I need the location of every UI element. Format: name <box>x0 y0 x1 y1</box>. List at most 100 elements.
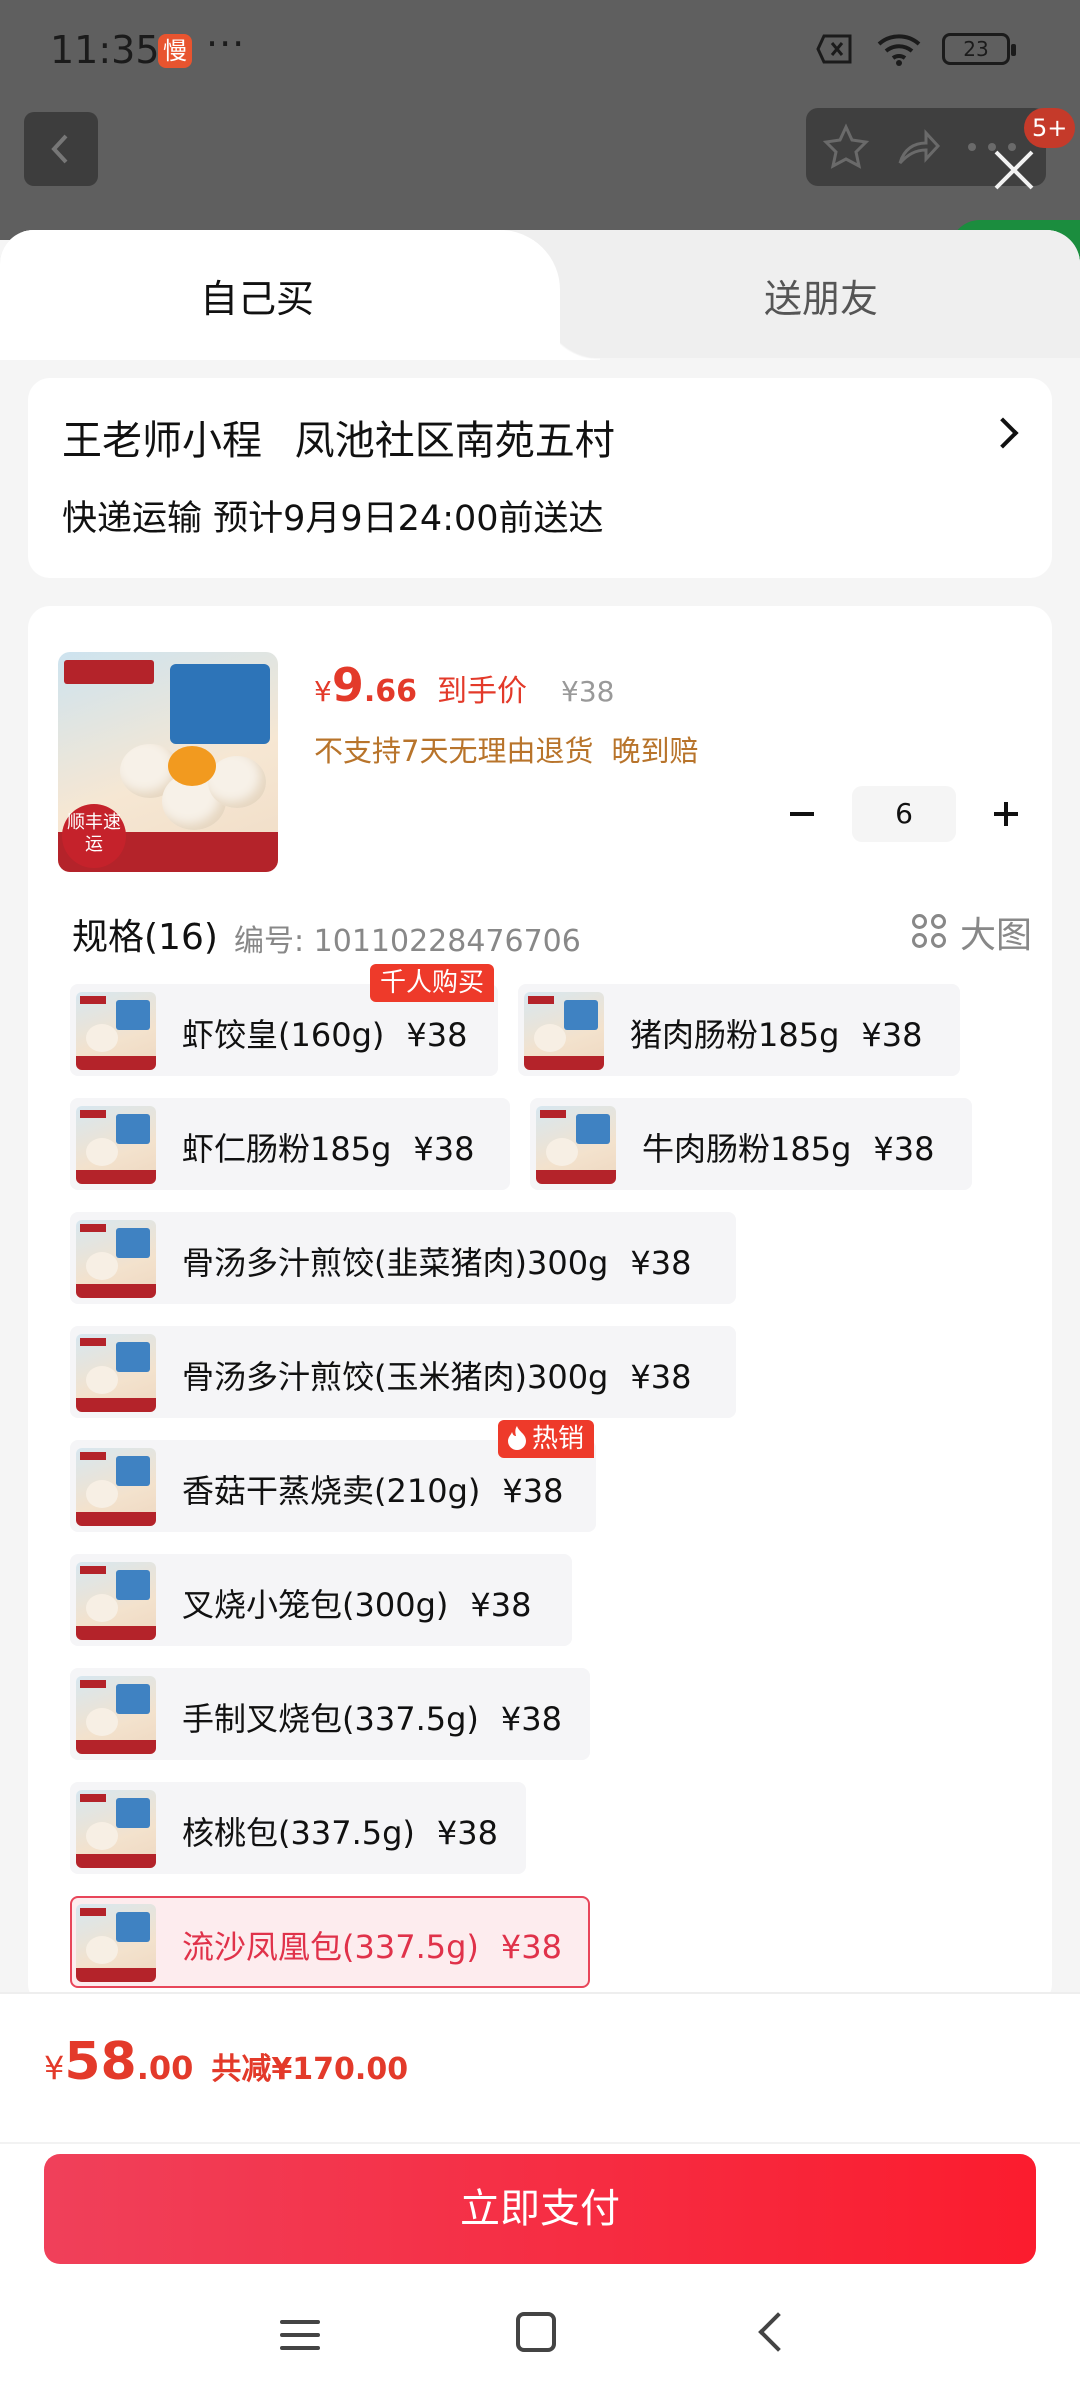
final-price: ¥9.66 <box>314 658 417 712</box>
option-price: ¥38 <box>873 1130 935 1168</box>
spec-option[interactable]: 猪肉肠粉185g ¥38 <box>518 984 960 1076</box>
divider <box>0 1992 1080 1994</box>
option-label: 叉烧小笼包(300g) ¥38 <box>182 1580 531 1626</box>
option-price: ¥38 <box>500 1700 562 1738</box>
option-price: ¥38 <box>470 1586 532 1624</box>
pay-now-button[interactable]: 立即支付 <box>44 2154 1036 2264</box>
app-notification-icon: 慢 <box>158 34 192 68</box>
policy-notes: 不支持7天无理由退货 晚到赔 <box>314 728 698 770</box>
brand-logo <box>64 660 154 684</box>
option-name: 骨汤多汁煎饺(玉米猪肉)300g <box>182 1358 609 1396</box>
sim-off-icon <box>816 34 852 64</box>
close-icon[interactable] <box>988 144 1040 196</box>
option-name: 流沙凤凰包(337.5g) <box>182 1928 479 1966</box>
recent-apps-icon[interactable] <box>280 2316 324 2354</box>
spec-option[interactable]: 叉烧小笼包(300g) ¥38 <box>70 1554 572 1646</box>
spec-option[interactable]: 虾仁肠粉185g ¥38 <box>70 1098 510 1190</box>
status-time: 11:35 <box>50 28 160 72</box>
no-return-policy: 不支持7天无理由退货 <box>314 734 594 768</box>
option-name: 猪肉肠粉185g <box>630 1016 840 1054</box>
delivery-estimate: 快递运输 预计9月9日24:00前送达 <box>62 499 604 539</box>
option-label: 牛肉肠粉185g ¥38 <box>642 1124 934 1170</box>
address-card[interactable]: 王老师小程 凤池社区南苑五村 快递运输 预计9月9日24:00前送达 <box>28 378 1052 578</box>
currency-symbol: ¥ <box>314 675 332 708</box>
option-label: 虾仁肠粉185g ¥38 <box>182 1124 474 1170</box>
back-icon[interactable] <box>758 2312 798 2352</box>
product-code: 编号: 10110228476706 <box>234 924 581 959</box>
quantity-stepper: 6 <box>774 786 1034 842</box>
option-name: 虾仁肠粉185g <box>182 1130 392 1168</box>
chevron-right-icon[interactable] <box>987 417 1019 449</box>
option-name: 叉烧小笼包(300g) <box>182 1586 449 1624</box>
star-icon <box>822 123 870 169</box>
option-thumbnail <box>76 1790 156 1868</box>
spec-option[interactable]: 骨汤多汁煎饺(韭菜猪肉)300g ¥38 <box>70 1212 736 1304</box>
price-integer: 9 <box>331 658 364 712</box>
bun-image <box>208 756 266 808</box>
hot-sale-label: 热销 <box>532 1424 585 1454</box>
address-line: 王老师小程 凤池社区南苑五村 <box>62 408 615 466</box>
system-navigation-bar <box>0 2270 1080 2400</box>
option-label: 香菇干蒸烧卖(210g) ¥38 <box>182 1466 563 1512</box>
spec-option-selected[interactable]: 流沙凤凰包(337.5g) ¥38 <box>70 1896 590 1988</box>
option-name: 香菇干蒸烧卖(210g) <box>182 1472 481 1510</box>
total-integer: 58 <box>64 2032 137 2092</box>
share-icon <box>898 129 941 165</box>
big-view-label: 大图 <box>959 915 1032 956</box>
option-label: 骨汤多汁煎饺(韭菜猪肉)300g ¥38 <box>182 1238 691 1284</box>
spec-option[interactable]: 核桃包(337.5g) ¥38 <box>70 1782 526 1874</box>
total-price: ¥58.00 共减¥170.00 <box>44 2032 408 2092</box>
option-thumbnail <box>76 1676 156 1754</box>
option-name: 虾饺皇(160g) <box>182 1016 385 1054</box>
product-image[interactable]: 顺丰速运 <box>58 652 278 872</box>
final-price-label: 到手价 <box>437 674 527 709</box>
big-view-button[interactable]: 大图 <box>911 906 1032 958</box>
more-notifications-icon: ··· <box>206 22 246 66</box>
late-compensation: 晚到赔 <box>611 734 699 768</box>
option-name: 手制叉烧包(337.5g) <box>182 1700 479 1738</box>
spec-option[interactable]: 牛肉肠粉185g ¥38 <box>530 1098 972 1190</box>
option-name: 牛肉肠粉185g <box>642 1130 852 1168</box>
option-price: ¥38 <box>630 1244 692 1282</box>
sf-express-seal: 顺丰速运 <box>62 804 126 868</box>
decrease-quantity-button[interactable] <box>774 786 830 842</box>
total-currency: ¥ <box>44 2049 65 2087</box>
tab-self-buy-label[interactable]: 自己买 <box>200 268 314 323</box>
battery-icon: 23 <box>942 33 1016 65</box>
option-thumbnail <box>76 992 156 1070</box>
option-label: 猪肉肠粉185g ¥38 <box>630 1010 922 1056</box>
background-back-button <box>24 112 98 186</box>
option-thumbnail <box>76 1448 156 1526</box>
option-price: ¥38 <box>502 1472 564 1510</box>
option-label: 流沙凤凰包(337.5g) ¥38 <box>182 1922 562 1968</box>
message-count-badge: 5+ <box>1024 108 1076 148</box>
quantity-value[interactable]: 6 <box>852 786 956 842</box>
option-thumbnail <box>524 992 604 1070</box>
spec-option[interactable]: 手制叉烧包(337.5g) ¥38 <box>70 1668 590 1760</box>
grid-view-icon <box>911 914 948 950</box>
option-name: 骨汤多汁煎饺(韭菜猪肉)300g <box>182 1244 609 1282</box>
increase-quantity-button[interactable] <box>978 786 1034 842</box>
option-label: 核桃包(337.5g) ¥38 <box>182 1808 498 1854</box>
address-location: 凤池社区南苑五村 <box>294 418 615 464</box>
option-label: 骨汤多汁煎饺(玉米猪肉)300g ¥38 <box>182 1352 691 1398</box>
popular-badge: 千人购买 <box>370 964 495 1002</box>
product-card: 顺丰速运 ¥9.66 到手价 ¥38 不支持7天无理由退货 晚到赔 6 规格(16… <box>28 606 1052 2006</box>
price-decimal: .66 <box>363 674 417 709</box>
option-label: 手制叉烧包(337.5g) ¥38 <box>182 1694 562 1740</box>
option-thumbnail <box>76 1106 156 1184</box>
option-label: 虾饺皇(160g) ¥38 <box>182 1010 467 1056</box>
back-chevron-icon <box>51 134 68 164</box>
spec-option[interactable]: 骨汤多汁煎饺(玉米猪肉)300g ¥38 <box>70 1326 736 1418</box>
spec-title: 规格(16) <box>72 917 218 958</box>
wifi-icon <box>877 34 921 66</box>
purchase-sheet: 自己买 送朋友 王老师小程 凤池社区南苑五村 快递运输 预计9月9日24:00前… <box>0 230 1080 2400</box>
option-price: ¥38 <box>436 1814 498 1852</box>
option-thumbnail <box>76 1334 156 1412</box>
option-price: ¥38 <box>500 1928 562 1966</box>
home-icon[interactable] <box>516 2312 556 2352</box>
recipient-name: 王老师小程 <box>62 418 262 464</box>
tab-send-friend-label[interactable]: 送朋友 <box>764 268 878 323</box>
option-thumbnail <box>76 1220 156 1298</box>
option-price: ¥38 <box>413 1130 475 1168</box>
